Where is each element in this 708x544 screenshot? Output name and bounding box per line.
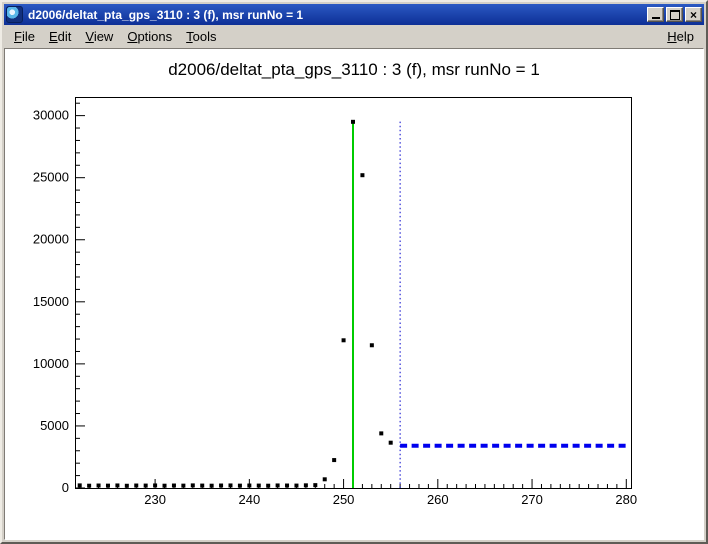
- menu-item-view[interactable]: View: [78, 26, 120, 47]
- data-point: [276, 483, 280, 487]
- x-tick-label: 250: [333, 492, 355, 507]
- data-point: [78, 483, 82, 487]
- x-tick-label: 260: [427, 492, 449, 507]
- data-point: [97, 484, 101, 488]
- data-point: [181, 484, 185, 488]
- data-point: [219, 484, 223, 488]
- minimize-button[interactable]: [647, 7, 664, 22]
- data-point: [342, 338, 346, 342]
- root-canvas-window[interactable]: d2006/deltat_pta_gps_3110 : 3 (f), msr r…: [0, 0, 708, 544]
- data-point: [153, 483, 157, 487]
- y-tick-label: 15000: [33, 294, 69, 309]
- data-point: [247, 484, 251, 488]
- data-point: [106, 484, 110, 488]
- x-tick-label: 230: [144, 492, 166, 507]
- data-point: [144, 484, 148, 488]
- maximize-button[interactable]: [666, 7, 683, 22]
- data-point: [294, 484, 298, 488]
- y-tick-label: 30000: [33, 108, 69, 123]
- menu-item-file[interactable]: File: [7, 26, 42, 47]
- data-point: [228, 483, 232, 487]
- close-icon: ×: [690, 9, 697, 21]
- data-point: [323, 477, 327, 481]
- data-point: [304, 483, 308, 487]
- data-point: [125, 484, 129, 488]
- data-point: [351, 120, 355, 124]
- x-tick-label: 280: [615, 492, 637, 507]
- menu-right: Help: [660, 26, 701, 47]
- y-tick-label: 25000: [33, 170, 69, 185]
- data-point: [370, 343, 374, 347]
- data-point: [115, 483, 119, 487]
- data-point: [360, 173, 364, 177]
- x-tick-label: 270: [521, 492, 543, 507]
- menu-item-help[interactable]: Help: [660, 26, 701, 47]
- y-tick-label: 5000: [40, 418, 69, 433]
- data-point: [210, 484, 214, 488]
- menu-item-tools[interactable]: Tools: [179, 26, 223, 47]
- y-tick-label: 0: [62, 480, 69, 495]
- y-tick-label: 10000: [33, 356, 69, 371]
- data-point: [379, 431, 383, 435]
- data-point: [87, 484, 91, 488]
- data-point: [134, 484, 138, 488]
- menu-left: FileEditViewOptionsTools: [7, 26, 224, 47]
- data-point: [285, 484, 289, 488]
- plot-title: d2006/deltat_pta_gps_3110 : 3 (f), msr r…: [168, 60, 540, 79]
- close-button[interactable]: ×: [685, 7, 702, 22]
- titlebar[interactable]: d2006/deltat_pta_gps_3110 : 3 (f), msr r…: [4, 4, 704, 25]
- data-point: [332, 458, 336, 462]
- minimize-icon: [652, 17, 660, 19]
- window-icon[interactable]: [6, 6, 23, 23]
- data-point: [200, 484, 204, 488]
- canvas-area[interactable]: d2006/deltat_pta_gps_3110 : 3 (f), msr r…: [4, 48, 704, 540]
- plot-svg: d2006/deltat_pta_gps_3110 : 3 (f), msr r…: [5, 49, 703, 539]
- window-title: d2006/deltat_pta_gps_3110 : 3 (f), msr r…: [28, 8, 647, 22]
- menu-item-options[interactable]: Options: [120, 26, 179, 47]
- y-tick-label: 20000: [33, 232, 69, 247]
- x-tick-label: 240: [238, 492, 260, 507]
- data-point: [238, 484, 242, 488]
- data-point: [266, 484, 270, 488]
- data-point: [313, 483, 317, 487]
- data-point: [163, 484, 167, 488]
- menubar: FileEditViewOptionsTools Help: [4, 25, 704, 48]
- maximize-icon: [670, 10, 680, 20]
- data-point: [389, 441, 393, 445]
- window-controls: ×: [647, 7, 702, 22]
- menu-item-edit[interactable]: Edit: [42, 26, 78, 47]
- data-point: [257, 484, 261, 488]
- data-point: [172, 484, 176, 488]
- data-point: [191, 483, 195, 487]
